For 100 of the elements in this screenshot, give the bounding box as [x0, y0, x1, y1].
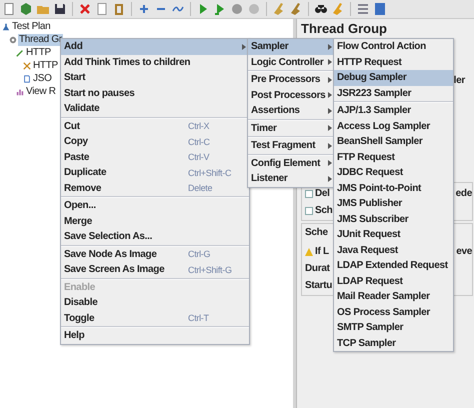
menu-item[interactable]: Disable — [61, 295, 249, 310]
menu-item[interactable]: Duplicate Ctrl+Shift-C — [61, 165, 249, 180]
option-label: ede — [456, 188, 472, 199]
menu-item[interactable]: LDAP Request — [334, 274, 453, 289]
tree-node[interactable]: View R — [25, 86, 57, 98]
menu-item[interactable]: Save Screen As Image Ctrl+Shift-G — [61, 262, 249, 278]
menu-item[interactable]: Debug Sampler — [334, 70, 453, 86]
menu-item-label: AJP/1.3 Sampler — [337, 105, 411, 116]
menu-item-label: TCP Sampler — [337, 338, 396, 349]
menu-item-label: Save Screen As Image — [64, 264, 164, 276]
menu-item[interactable]: Help — [61, 328, 249, 344]
menu-item[interactable]: Config Element — [248, 156, 335, 171]
menu-item[interactable]: Save Node As Image Ctrl-G — [61, 246, 249, 262]
menu-item-label: OS Process Sampler — [337, 306, 430, 318]
menu-item[interactable]: Copy Ctrl-C — [61, 134, 249, 150]
menu-item-label: Config Element — [251, 158, 320, 169]
menu-item[interactable]: Access Log Sampler — [334, 118, 453, 134]
menu-item[interactable]: SMTP Sampler — [334, 320, 453, 336]
tree-node[interactable]: HTTP — [32, 60, 59, 72]
menu-item-label: Open... — [64, 200, 96, 212]
menu-item-label: Cut — [64, 120, 80, 132]
menu-item[interactable]: Sampler — [248, 39, 335, 54]
menu-item[interactable]: OS Process Sampler — [334, 304, 453, 320]
checkbox[interactable] — [305, 190, 313, 198]
field-label: Startu — [305, 280, 332, 291]
menu-item[interactable]: Validate — [61, 101, 249, 116]
menu-item[interactable]: LDAP Extended Request — [334, 258, 453, 274]
menu-item[interactable]: Paste Ctrl-V — [61, 150, 249, 165]
tree-node[interactable]: Test Plan — [11, 20, 52, 32]
menu-item[interactable]: Test Fragment — [248, 138, 335, 154]
menu-item[interactable]: JSR223 Sampler — [334, 86, 453, 101]
menu-item-label: Save Selection As... — [64, 231, 152, 242]
menu-item[interactable]: Add Think Times to children — [61, 54, 249, 70]
menu-item[interactable]: Open... — [61, 198, 249, 214]
menu-item-label: JDBC Request — [337, 167, 403, 178]
menu-item[interactable]: JMS Publisher — [334, 196, 453, 212]
menu-item[interactable]: Pre Processors — [248, 72, 335, 88]
list-icon[interactable] — [356, 2, 370, 16]
broom-icon[interactable] — [289, 2, 303, 16]
menu-item[interactable]: Merge — [61, 214, 249, 229]
menu-item-label: Add — [64, 41, 83, 52]
menu-item[interactable]: JMS Point-to-Point — [334, 180, 453, 196]
menu-item-label: Post Processors — [251, 90, 326, 101]
menu-item[interactable]: BeanShell Sampler — [334, 134, 453, 150]
checkbox[interactable] — [305, 206, 313, 214]
menu-item[interactable]: Logic Controller — [248, 54, 335, 70]
stop-icon[interactable] — [230, 2, 244, 16]
menu-item-label: Java Request — [337, 244, 398, 256]
menu-item[interactable]: AJP/1.3 Sampler — [334, 103, 453, 118]
menu-item[interactable]: Save Selection As... — [61, 229, 249, 244]
menu-item[interactable]: Timer — [248, 120, 335, 136]
menu-item-label: Pre Processors — [251, 74, 320, 86]
menu-item[interactable]: Cut Ctrl-X — [61, 118, 249, 134]
binoculars-icon[interactable] — [314, 2, 328, 16]
paste-icon[interactable] — [112, 2, 126, 16]
menu-item[interactable]: TCP Sampler — [334, 336, 453, 351]
menu-item-label: Logic Controller — [251, 56, 324, 68]
menu-item[interactable]: Flow Control Action — [334, 39, 453, 54]
group-title: Sche — [305, 227, 328, 240]
menu-item[interactable]: Mail Reader Sampler — [334, 289, 453, 304]
pencil-icon — [16, 48, 24, 56]
menu-item[interactable]: Toggle Ctrl-T — [61, 310, 249, 326]
menu-item[interactable]: Java Request — [334, 242, 453, 258]
menu-item[interactable]: Post Processors — [248, 88, 335, 103]
menu-item-label: Toggle — [64, 312, 94, 324]
menu-item[interactable]: Assertions — [248, 103, 335, 118]
shortcut-label: Ctrl-X — [188, 121, 210, 132]
menu-item[interactable]: Add — [61, 39, 249, 54]
cut-icon[interactable] — [78, 2, 92, 16]
shortcut-label: Ctrl+Shift-C — [188, 168, 232, 178]
menu-item[interactable]: JUnit Request — [334, 227, 453, 242]
menu-item-label: Disable — [64, 297, 98, 308]
warning-text: If L — [315, 246, 329, 257]
menu-item-label: HTTP Request — [337, 56, 402, 68]
menu-item-label: Duplicate — [64, 167, 106, 178]
menu-item-label: FTP Request — [337, 152, 395, 163]
menu-item[interactable]: FTP Request — [334, 150, 453, 165]
menu-item-label: Enable — [64, 282, 95, 293]
menu-item-label: Start no pauses — [64, 88, 135, 99]
menu-item[interactable]: JDBC Request — [334, 165, 453, 180]
menu-item[interactable]: Remove Delete — [61, 180, 249, 196]
tree-node[interactable]: HTTP — [25, 46, 52, 58]
menu-item-label: Start — [64, 72, 86, 84]
menu-item-label: Add Think Times to children — [64, 56, 190, 68]
menu-item[interactable]: HTTP Request — [334, 54, 453, 70]
tree-node[interactable]: JSO — [32, 72, 53, 84]
broom-icon[interactable] — [272, 2, 286, 16]
plus-icon[interactable] — [137, 2, 151, 16]
flask-icon — [2, 22, 10, 30]
menu-item-label: SMTP Sampler — [337, 322, 404, 334]
menu-item-label: JMS Publisher — [337, 198, 402, 210]
menu-item-label: Copy — [64, 136, 88, 148]
menu-item-label: Listener — [251, 173, 288, 184]
menu-item[interactable]: JMS Subscriber — [334, 212, 453, 227]
shortcut-label: Ctrl-G — [188, 249, 212, 260]
menu-item[interactable]: Listener — [248, 171, 335, 186]
menu-item-label: Merge — [64, 216, 92, 227]
menu-item[interactable]: Start no pauses — [61, 86, 249, 101]
menu-item[interactable]: Start — [61, 70, 249, 86]
save-icon[interactable] — [53, 2, 67, 16]
